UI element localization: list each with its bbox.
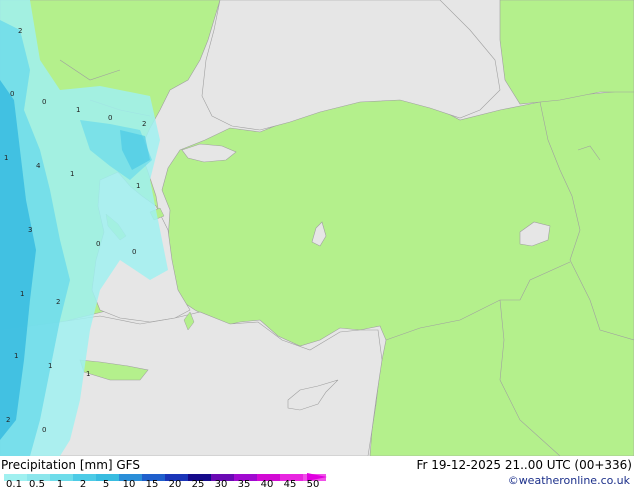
contour-label: 1 xyxy=(48,362,52,370)
contour-label: 1 xyxy=(70,170,74,178)
color-scale-tick: 30 xyxy=(214,479,228,490)
contour-label: 3 xyxy=(28,226,32,234)
color-scale-tick: 5 xyxy=(102,479,110,490)
contour-label: 2 xyxy=(6,416,10,424)
map-title: Precipitation [mm] GFS xyxy=(1,458,140,472)
color-scale-tick: 0.5 xyxy=(29,479,45,490)
color-scale-tick: 0.1 xyxy=(6,479,22,490)
contour-label: 0 xyxy=(42,426,46,434)
contour-label: 1 xyxy=(4,154,8,162)
contour-label: 2 xyxy=(18,27,22,35)
contour-label: 1 xyxy=(20,290,24,298)
map-footer: Precipitation [mm] GFS Fr 19-12-2025 21.… xyxy=(0,456,634,490)
contour-label: 2 xyxy=(56,298,60,306)
contour-label: 1 xyxy=(76,106,80,114)
contour-label: 0 xyxy=(96,240,100,248)
color-scale-tick: 20 xyxy=(168,479,182,490)
credit-link[interactable]: ©weatheronline.co.uk xyxy=(508,474,630,487)
land-northeast xyxy=(499,0,634,105)
contour-label: 0 xyxy=(10,90,14,98)
color-scale-tick: 25 xyxy=(191,479,205,490)
contour-label: 0 xyxy=(42,98,46,106)
contour-label: 4 xyxy=(36,162,41,170)
color-scale-tick: 45 xyxy=(283,479,297,490)
contour-label: 1 xyxy=(86,370,90,378)
contour-label: 0 xyxy=(132,248,136,256)
color-scale-tick: 15 xyxy=(145,479,159,490)
color-scale-ticks: 0.1 0.5 1 2 5 10 15 20 25 30 35 40 45 50 xyxy=(0,480,340,490)
precipitation-map: 2 0 0 1 0 2 1 4 1 1 3 0 0 1 2 1 1 1 2 0 xyxy=(0,0,634,456)
contour-label: 1 xyxy=(136,182,140,190)
contour-label: 1 xyxy=(14,352,18,360)
contour-label: 2 xyxy=(142,120,146,128)
contour-label: 0 xyxy=(108,114,112,122)
run-timestamp: Fr 19-12-2025 21..00 UTC (00+336) xyxy=(416,458,632,472)
color-scale-tick: 40 xyxy=(260,479,274,490)
color-scale-tick: 2 xyxy=(79,479,87,490)
color-scale-tick: 10 xyxy=(122,479,136,490)
color-scale-tick: 50 xyxy=(306,479,320,490)
color-scale-tick: 1 xyxy=(56,479,64,490)
color-scale-tick: 35 xyxy=(237,479,251,490)
